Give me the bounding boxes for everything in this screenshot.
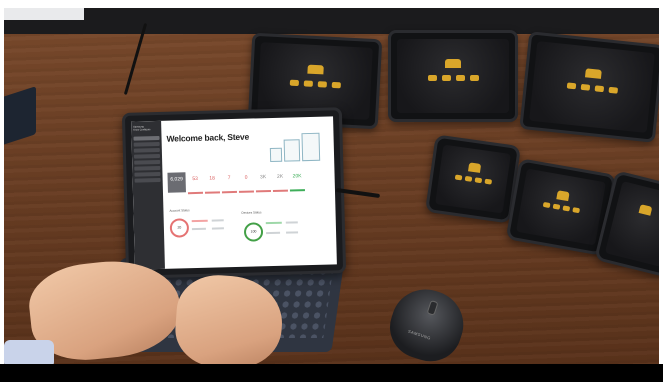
- stat-card[interactable]: 3K: [255, 170, 271, 193]
- house-logo-icon: [638, 204, 653, 216]
- legend-line: [191, 219, 208, 223]
- status-ring-right: 100: [243, 222, 264, 242]
- house-logo-icon: [307, 64, 324, 75]
- section-title-right: Devices Status: [241, 210, 262, 215]
- stat-card[interactable]: 18: [204, 171, 221, 194]
- sidebar-item[interactable]: [134, 177, 161, 183]
- legend-line: [211, 219, 224, 222]
- stats-row: 6,029 53 18 7 0 3K 2K 20K: [167, 169, 305, 195]
- scroll-wheel: [426, 299, 439, 316]
- window-light: [4, 8, 84, 20]
- house-logo-icon: [445, 59, 461, 68]
- legend-line: [191, 227, 206, 231]
- stat-card[interactable]: 53: [187, 171, 204, 195]
- sidebar-item[interactable]: [133, 153, 161, 159]
- building-illustration: [265, 131, 326, 163]
- dashboard: Welcome back, Steve 6,029 53 18 7 0 3K 2…: [161, 116, 337, 268]
- phone-1: [424, 134, 522, 224]
- stat-card[interactable]: 0: [238, 170, 254, 193]
- background-wall: [4, 8, 659, 34]
- sidebar: Samsung Knox Configure: [131, 120, 165, 270]
- stat-card[interactable]: 20K: [289, 169, 305, 192]
- brand-name: Samsung Knox Configure: [133, 125, 151, 132]
- legend-line: [265, 221, 282, 225]
- status-ring-left: 20: [169, 218, 190, 238]
- sidebar-item[interactable]: [134, 171, 161, 177]
- legend-line: [266, 231, 281, 235]
- tablet-back-2: [388, 30, 518, 122]
- house-logo-icon: [468, 162, 482, 173]
- shirt-cuff: [4, 340, 54, 364]
- legend-line: [285, 221, 298, 224]
- section-title-left: Account Status: [169, 208, 190, 213]
- main-tablet: Samsung Knox Configure Welcome back, Stev…: [121, 107, 347, 279]
- stat-card[interactable]: 7: [221, 170, 237, 194]
- stat-card[interactable]: 6,029: [167, 172, 186, 193]
- house-logo-icon: [556, 190, 570, 202]
- legend-line: [211, 227, 224, 230]
- sidebar-item[interactable]: [133, 135, 160, 141]
- legend-line: [286, 231, 299, 234]
- mouse-brand: SAMSUNG: [407, 328, 432, 341]
- sidebar-item[interactable]: [134, 159, 161, 165]
- sidebar-item[interactable]: [133, 141, 160, 147]
- tablet-back-3: [519, 31, 659, 143]
- photo-scene: Samsung Knox Configure Welcome back, Stev…: [4, 8, 659, 364]
- sidebar-item[interactable]: [134, 165, 161, 171]
- tablet-screen: Samsung Knox Configure Welcome back, Stev…: [131, 116, 337, 270]
- house-logo-icon: [584, 68, 602, 79]
- stat-card[interactable]: 2K: [272, 169, 288, 192]
- bottom-bar: [0, 364, 663, 382]
- sidebar-item[interactable]: [133, 147, 160, 153]
